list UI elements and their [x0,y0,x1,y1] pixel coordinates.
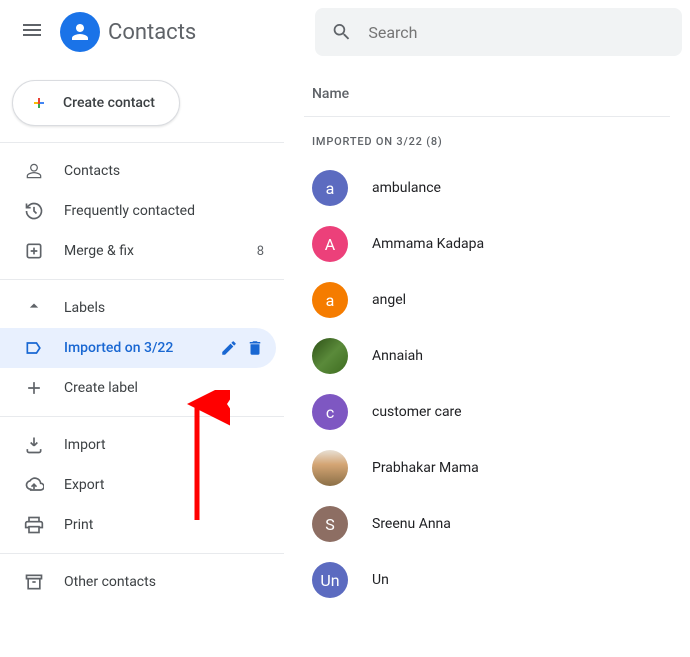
search-icon [331,20,352,44]
contact-name: Sreenu Anna [372,516,451,532]
search-input[interactable] [368,23,666,42]
contact-row[interactable]: S Sreenu Anna [304,496,690,552]
contact-name: angel [372,292,406,308]
main-content: Name IMPORTED ON 3/22 (8) a ambulance A Amm… [284,0,690,657]
label-imported[interactable]: Imported on 3/22 [0,328,276,368]
contact-row[interactable]: Annaiah [304,328,690,384]
labels-header-label: Labels [64,300,105,316]
search-bar[interactable] [315,8,682,56]
nav-label: Print [64,517,264,533]
avatar: c [312,394,348,430]
group-label: IMPORTED ON 3/22 (8) [304,117,690,160]
contact-name: Un [372,572,389,588]
avatar: Un [312,562,348,598]
contact-name: Annaiah [372,348,423,364]
print-icon [24,515,44,535]
export-icon [24,475,44,495]
create-contact-button[interactable]: Create contact [12,80,180,126]
merge-icon [24,241,44,261]
create-contact-label: Create contact [63,95,155,111]
nav-count: 8 [257,244,264,259]
chevron-up-icon [24,296,44,320]
nav-label: Create label [64,380,264,396]
contact-row[interactable]: Prabhakar Mama [304,440,690,496]
contact-row[interactable]: a angel [304,272,690,328]
contact-name: Prabhakar Mama [372,460,479,476]
nav-label: Imported on 3/22 [64,340,220,356]
nav-label: Merge & fix [64,243,257,259]
contacts-logo [60,12,100,52]
avatar [312,450,348,486]
avatar: a [312,282,348,318]
archive-icon [24,572,44,592]
nav-label: Import [64,437,264,453]
nav-label: Frequently contacted [64,203,264,219]
column-header-name: Name [304,72,670,117]
history-icon [24,201,44,221]
nav-print[interactable]: Print [0,505,276,545]
plus-icon [24,378,44,398]
contact-name: Ammama Kadapa [372,236,484,252]
contact-name: ambulance [372,180,441,196]
labels-section-header[interactable]: Labels [0,288,284,328]
nav-create-label[interactable]: Create label [0,368,276,408]
contact-row[interactable]: a ambulance [304,160,690,216]
nav-label: Export [64,477,264,493]
contact-name: customer care [372,404,462,420]
nav-other-contacts[interactable]: Other contacts [0,562,276,602]
contact-row[interactable]: Un Un [304,552,690,608]
avatar: a [312,170,348,206]
plus-icon [27,91,51,115]
nav-contacts[interactable]: Contacts [0,151,276,191]
nav-label: Contacts [64,163,264,179]
pencil-icon[interactable] [220,339,238,357]
label-icon [24,338,44,358]
person-icon [24,161,44,181]
nav-frequently-contacted[interactable]: Frequently contacted [0,191,276,231]
app-title: Contacts [108,20,196,45]
contact-row[interactable]: c customer care [304,384,690,440]
hamburger-menu-icon[interactable] [8,6,56,58]
contact-row[interactable]: A Ammama Kadapa [304,216,690,272]
nav-merge-fix[interactable]: Merge & fix 8 [0,231,276,271]
avatar [312,338,348,374]
sidebar: Create contact Contacts Frequently conta… [0,0,284,657]
avatar: S [312,506,348,542]
avatar: A [312,226,348,262]
import-icon [24,435,44,455]
trash-icon[interactable] [246,339,264,357]
nav-label: Other contacts [64,574,264,590]
nav-import[interactable]: Import [0,425,276,465]
nav-export[interactable]: Export [0,465,276,505]
